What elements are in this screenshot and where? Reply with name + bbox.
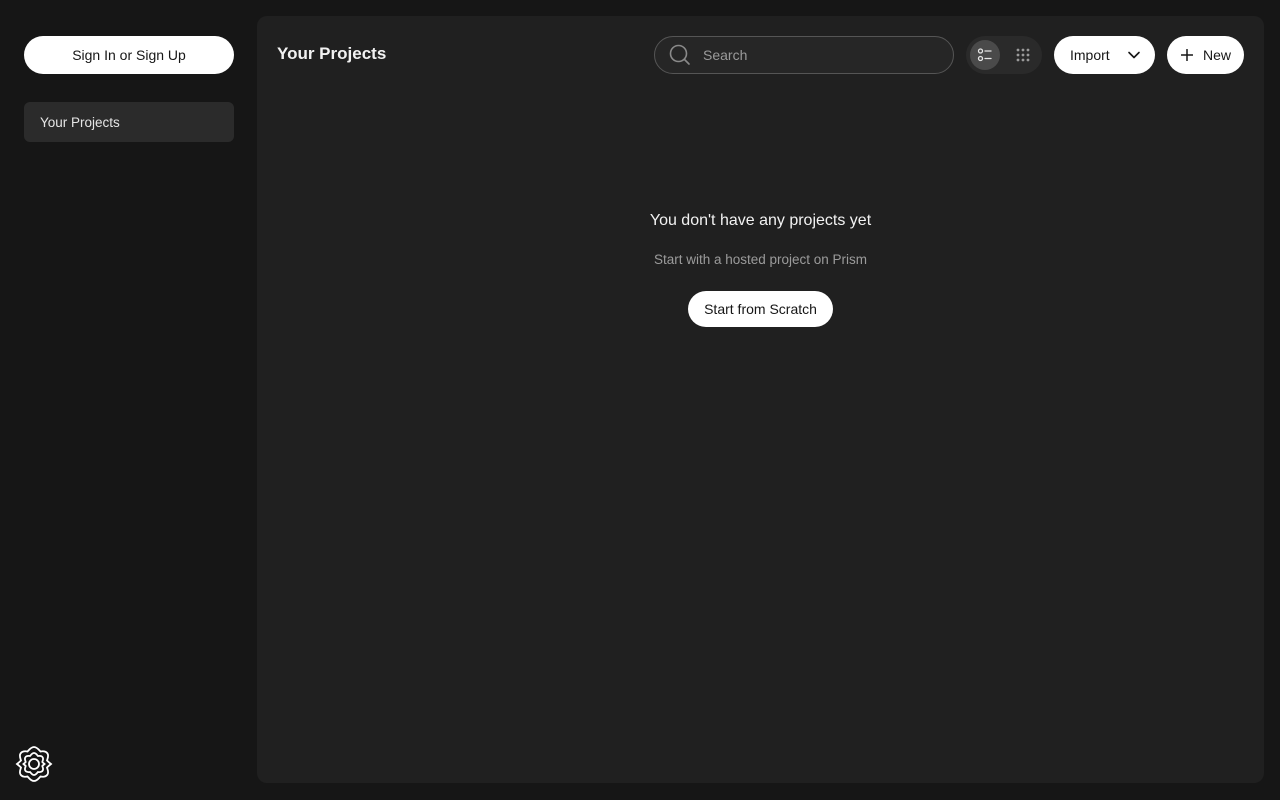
page-title: Your Projects [277,44,387,63]
empty-state-title: You don't have any projects yet [649,212,872,229]
list-view-icon[interactable] [970,40,1000,70]
sidebar: Sign In or Sign Up Your Projects [0,0,256,800]
plus-icon [1181,49,1193,61]
sign-in-button[interactable]: Sign In or Sign Up [24,36,234,74]
import-label: Import [1070,47,1110,63]
view-toggle [966,36,1042,74]
import-button[interactable]: Import [1054,36,1155,74]
empty-state-subtitle: Start with a hosted project on Prism [653,252,868,267]
main-panel: Your Projects Import [257,16,1264,783]
flower-logo-icon[interactable] [14,744,54,784]
search-box[interactable] [654,36,954,74]
start-from-scratch-button[interactable]: Start from Scratch [688,291,833,327]
new-label: New [1203,47,1232,63]
sidebar-item-label: Your Projects [40,114,120,130]
search-input[interactable] [703,47,933,63]
sidebar-item-your-projects[interactable]: Your Projects [24,102,234,142]
chevron-down-icon [1128,51,1140,59]
search-icon [669,44,691,66]
new-project-button[interactable]: New [1167,36,1244,74]
grid-view-icon[interactable] [1008,40,1038,70]
empty-state: You don't have any projects yet Start wi… [257,212,1264,327]
